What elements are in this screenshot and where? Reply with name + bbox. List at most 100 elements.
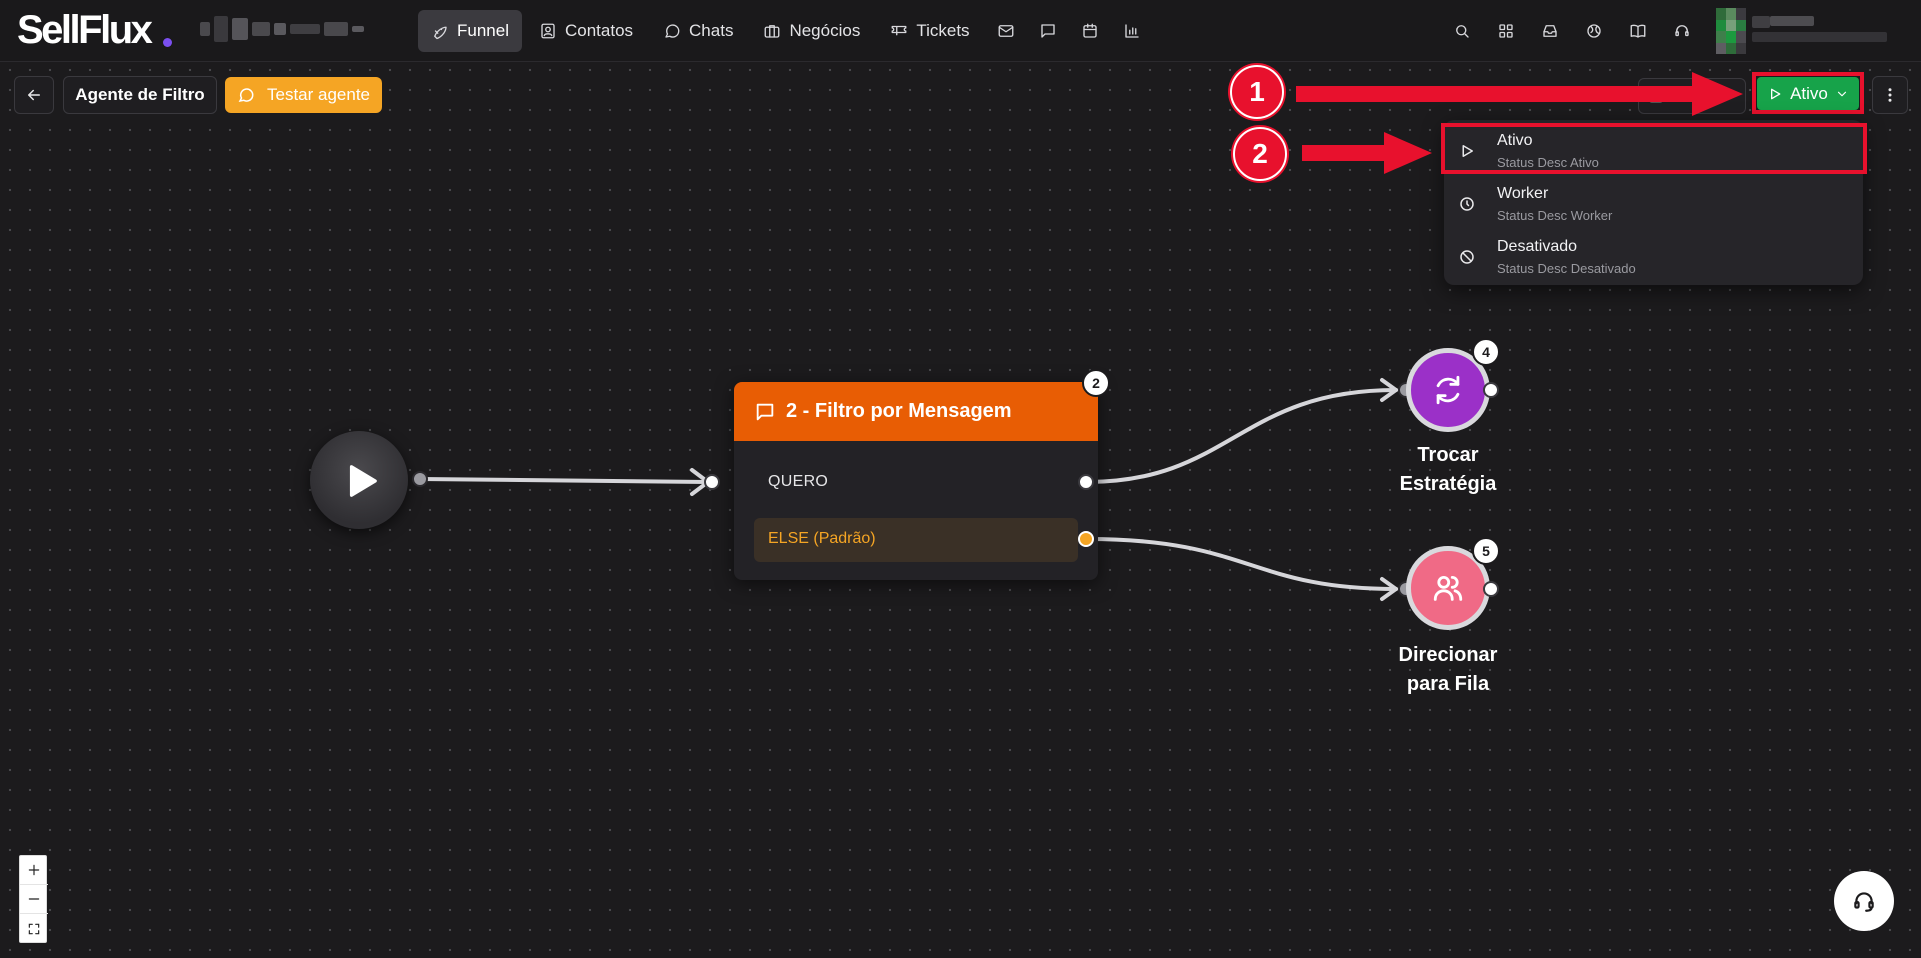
inbox-icon — [1543, 25, 1557, 37]
help-chat-button[interactable] — [1834, 871, 1894, 931]
contacts-icon — [541, 23, 555, 39]
queue-node-label: Direcionar para Fila — [1368, 641, 1528, 699]
more-options-button[interactable] — [1872, 76, 1908, 114]
status-option-title: Worker — [1497, 185, 1549, 202]
zoom-in-button[interactable] — [20, 856, 48, 885]
apps-button[interactable] — [1484, 10, 1528, 52]
status-option-title: Desativado — [1497, 238, 1578, 255]
apps-grid-icon — [1499, 24, 1513, 38]
quero-output-handle[interactable] — [1078, 474, 1094, 490]
play-icon — [349, 465, 377, 497]
test-agent-label: Testar agente — [267, 85, 371, 104]
search-icon — [1456, 25, 1469, 38]
nav-funnel[interactable]: Funnel — [418, 10, 522, 52]
else-output-handle[interactable] — [1078, 531, 1094, 547]
chat-icon — [665, 24, 680, 38]
message-square-icon — [756, 403, 774, 420]
rocket-icon — [434, 26, 447, 40]
ban-icon — [1460, 250, 1474, 264]
chat-bubble-icon — [238, 88, 254, 103]
nav-reports[interactable] — [1113, 10, 1151, 52]
annotation-arrow-2 — [1302, 132, 1432, 174]
test-agent-button[interactable]: Testar agente — [225, 77, 382, 113]
filter-branch-quero: QUERO — [768, 473, 829, 490]
edge-else-arrowhead — [1380, 577, 1400, 601]
back-button[interactable] — [14, 76, 54, 114]
chevron-down-icon — [1837, 91, 1846, 96]
organization-selector-blurred[interactable] — [200, 12, 388, 46]
clock-icon — [1460, 197, 1474, 211]
fit-view-button[interactable] — [20, 914, 48, 943]
edge-start-to-filter — [418, 477, 710, 484]
strategy-label-line1: Trocar — [1417, 444, 1479, 466]
nav-mail[interactable] — [987, 10, 1025, 52]
flow-start-node[interactable] — [310, 431, 408, 529]
status-toggle-button[interactable]: Ativo — [1757, 77, 1859, 110]
nav-chats[interactable]: Chats — [650, 10, 746, 52]
calendar-icon — [1082, 23, 1097, 38]
hidden-toolbar-button[interactable] — [1638, 78, 1746, 114]
nav-tickets-label: Tickets — [916, 21, 970, 40]
refresh-icon — [1436, 375, 1460, 405]
queue-node-badge: 5 — [1472, 537, 1500, 565]
play-icon — [1771, 88, 1781, 99]
status-option-desc: Status Desc Worker — [1497, 208, 1613, 223]
edge-else-to-queue — [1085, 537, 1398, 591]
status-option-worker[interactable]: Worker Status Desc Worker — [1444, 178, 1863, 231]
agent-name-button[interactable]: Agente de Filtro — [63, 76, 217, 114]
filter-node-badge: 2 — [1082, 369, 1110, 397]
logo-dot — [163, 38, 172, 47]
strategy-node-output-handle[interactable] — [1483, 382, 1499, 398]
top-navbar: SellFlux Funnel Contatos Chats Negócios — [0, 0, 1921, 62]
nav-negocios[interactable]: Negócios — [750, 10, 873, 52]
more-vertical-icon — [1888, 88, 1892, 102]
bar-chart-icon — [1124, 24, 1139, 38]
filter-node-input-handle[interactable] — [704, 474, 720, 490]
fullscreen-icon — [28, 923, 40, 934]
users-icon — [1433, 575, 1463, 601]
minus-icon — [28, 898, 40, 900]
annotation-highlight-ativo-option — [1441, 123, 1867, 174]
edge-quero-to-strategy — [1085, 388, 1398, 484]
start-node-output-handle[interactable] — [412, 471, 428, 487]
filter-node[interactable]: 2 - Filtro por Mensagem QUERO ELSE (Padr… — [734, 382, 1098, 580]
headset-icon — [1854, 892, 1874, 912]
nav-messages[interactable] — [1029, 10, 1067, 52]
canvas-zoom-controls — [19, 855, 48, 943]
nav-negocios-label: Negócios — [789, 21, 861, 40]
zoom-out-button[interactable] — [20, 885, 48, 914]
message-square-icon — [1040, 24, 1055, 38]
inbox-button[interactable] — [1528, 10, 1572, 52]
header-actions — [1440, 10, 1704, 52]
queue-label-line2: para Fila — [1406, 673, 1490, 695]
status-label: Ativo — [1790, 83, 1828, 103]
annotation-step-1: 1 — [1230, 65, 1284, 119]
briefcase-icon — [765, 25, 780, 38]
search-button[interactable] — [1440, 10, 1484, 52]
nav-contatos[interactable]: Contatos — [526, 10, 646, 52]
main-nav: Funnel Contatos Chats Negócios Tickets — [418, 10, 1151, 52]
filter-branch-else: ELSE (Padrão) — [754, 518, 1078, 562]
ticket-icon — [891, 25, 907, 36]
user-avatar[interactable] — [1716, 8, 1746, 54]
nav-tickets[interactable]: Tickets — [877, 10, 982, 52]
strategy-node-label: Trocar Estratégia — [1368, 441, 1528, 499]
status-option-desativado[interactable]: Desativado Status Desc Desativado — [1444, 231, 1863, 284]
annotation-step-2: 2 — [1233, 127, 1287, 181]
status-option-desc: Status Desc Desativado — [1497, 261, 1636, 276]
filter-branch-else-label: ELSE (Padrão) — [768, 530, 876, 547]
nav-calendar[interactable] — [1071, 10, 1109, 52]
user-name-blurred — [1752, 14, 1887, 48]
strategy-label-line2: Estratégia — [1399, 473, 1497, 495]
agent-name: Agente de Filtro — [75, 85, 205, 104]
sellflux-logo[interactable]: SellFlux — [17, 8, 153, 53]
docs-button[interactable] — [1616, 10, 1660, 52]
queue-node-output-handle[interactable] — [1483, 581, 1499, 597]
filter-node-title: 2 - Filtro por Mensagem — [786, 400, 1012, 422]
mail-icon — [998, 25, 1013, 37]
nav-contatos-label: Contatos — [564, 21, 634, 40]
support-button[interactable] — [1660, 10, 1704, 52]
arrow-left-icon — [28, 89, 40, 101]
filter-node-header: 2 - Filtro por Mensagem — [734, 382, 1098, 441]
globe-button[interactable] — [1572, 10, 1616, 52]
